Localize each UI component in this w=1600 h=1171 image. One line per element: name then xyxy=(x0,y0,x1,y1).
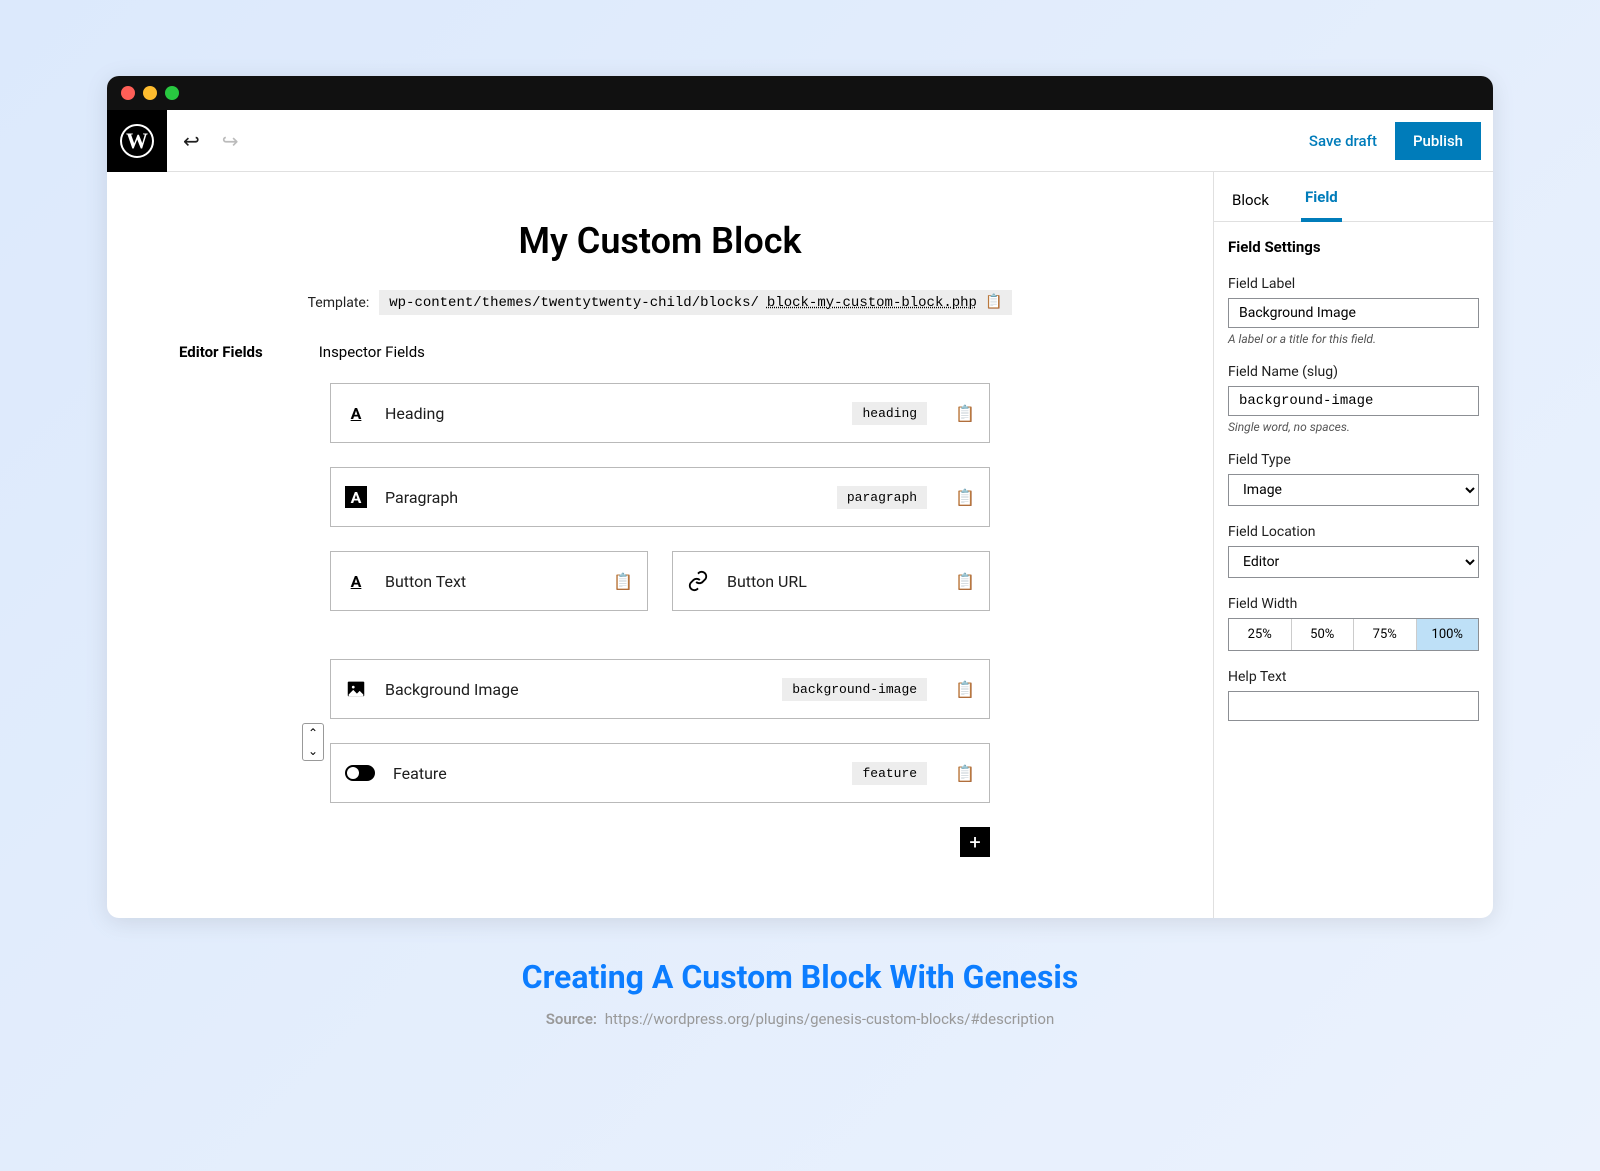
template-path-file: block-my-custom-block.php xyxy=(767,295,977,311)
field-name-input[interactable] xyxy=(1228,386,1479,416)
tab-block[interactable]: Block xyxy=(1228,191,1273,221)
field-label: Heading xyxy=(385,404,834,423)
content-area: My Custom Block Template: wp-content/the… xyxy=(107,172,1493,918)
field-width-label: Field Width xyxy=(1228,596,1479,612)
minimize-window-dot[interactable] xyxy=(143,86,157,100)
settings-sidebar: Block Field Field Settings Field Label A… xyxy=(1213,172,1493,918)
width-50[interactable]: 50% xyxy=(1291,619,1354,650)
field-label: Paragraph xyxy=(385,488,819,507)
caption-source: Source: https://wordpress.org/plugins/ge… xyxy=(546,1010,1055,1028)
field-label-group: Field Label A label or a title for this … xyxy=(1228,276,1479,346)
field-type-label: Field Type xyxy=(1228,452,1479,468)
toggle-icon xyxy=(345,765,375,781)
publish-button[interactable]: Publish xyxy=(1395,122,1481,160)
help-text-label: Help Text xyxy=(1228,669,1479,685)
window-titlebar xyxy=(107,76,1493,110)
image-icon xyxy=(345,678,367,700)
close-window-dot[interactable] xyxy=(121,86,135,100)
field-label-help: A label or a title for this field. xyxy=(1228,332,1479,346)
sidebar-tabs: Block Field xyxy=(1214,172,1493,222)
redo-button[interactable]: ↪ xyxy=(222,129,239,153)
tab-field[interactable]: Field xyxy=(1301,188,1342,222)
field-row-paragraph[interactable]: A Paragraph paragraph 📋 xyxy=(330,467,990,527)
paragraph-icon: A xyxy=(345,486,367,508)
copy-icon[interactable]: 📋 xyxy=(955,680,975,699)
copy-icon[interactable]: 📋 xyxy=(955,764,975,783)
undo-button[interactable]: ↩ xyxy=(183,129,200,153)
inspector-fields-tab[interactable]: Inspector Fields xyxy=(319,343,425,361)
field-location-tabs: Editor Fields Inspector Fields xyxy=(179,343,1183,361)
wordpress-logo[interactable]: W xyxy=(107,110,167,172)
field-label-input[interactable] xyxy=(1228,298,1479,328)
copy-icon[interactable]: 📋 xyxy=(613,572,633,591)
copy-icon[interactable]: 📋 xyxy=(955,572,975,591)
reorder-controls: ⌃ ⌄ xyxy=(302,723,324,761)
template-row: Template: wp-content/themes/twentytwenty… xyxy=(137,290,1183,315)
move-up-button[interactable]: ⌃ xyxy=(303,724,323,742)
field-location-group: Field Location Editor xyxy=(1228,524,1479,578)
editor-toolbar: W ↩ ↪ Save draft Publish xyxy=(107,110,1493,172)
text-icon: A xyxy=(345,570,367,592)
field-slug-badge: heading xyxy=(852,402,927,425)
width-25[interactable]: 25% xyxy=(1229,619,1291,650)
copy-icon[interactable]: 📋 xyxy=(955,404,975,423)
editor-fields-tab[interactable]: Editor Fields xyxy=(179,343,263,361)
source-url: https://wordpress.org/plugins/genesis-cu… xyxy=(605,1010,1055,1028)
caption-title: Creating A Custom Block With Genesis xyxy=(522,958,1079,996)
field-type-select[interactable]: Image xyxy=(1228,474,1479,506)
main-editor-pane: My Custom Block Template: wp-content/the… xyxy=(107,172,1213,918)
field-label-label: Field Label xyxy=(1228,276,1479,292)
help-text-input[interactable] xyxy=(1228,691,1479,721)
text-icon: A xyxy=(345,402,367,424)
save-draft-button[interactable]: Save draft xyxy=(1309,132,1395,150)
maximize-window-dot[interactable] xyxy=(165,86,179,100)
field-label: Button URL xyxy=(727,572,927,591)
field-name-label: Field Name (slug) xyxy=(1228,364,1479,380)
source-label: Source: xyxy=(546,1010,597,1028)
field-location-label: Field Location xyxy=(1228,524,1479,540)
field-type-group: Field Type Image xyxy=(1228,452,1479,506)
settings-heading: Field Settings xyxy=(1228,238,1479,256)
field-name-group: Field Name (slug) Single word, no spaces… xyxy=(1228,364,1479,434)
browser-window: W ↩ ↪ Save draft Publish My Custom Block… xyxy=(107,76,1493,918)
template-path-dir: wp-content/themes/twentytwenty-child/blo… xyxy=(389,295,759,311)
help-text-group: Help Text xyxy=(1228,669,1479,721)
width-choices: 25% 50% 75% 100% xyxy=(1228,618,1479,651)
link-icon xyxy=(687,570,709,592)
block-title[interactable]: My Custom Block xyxy=(137,220,1183,262)
field-row-button-url[interactable]: Button URL 📋 xyxy=(672,551,990,611)
add-field-button[interactable]: + xyxy=(960,827,990,857)
copy-icon[interactable]: 📋 xyxy=(955,488,975,507)
field-row-feature[interactable]: Feature feature 📋 xyxy=(330,743,990,803)
field-row-button-text[interactable]: A Button Text 📋 xyxy=(330,551,648,611)
fields-list: ⌃ ⌄ A Heading heading 📋 A Paragraph para… xyxy=(330,383,990,857)
move-down-button[interactable]: ⌄ xyxy=(303,742,323,760)
width-100[interactable]: 100% xyxy=(1416,619,1479,650)
width-75[interactable]: 75% xyxy=(1353,619,1416,650)
field-slug-badge: background-image xyxy=(782,678,927,701)
field-label: Feature xyxy=(393,764,834,783)
template-label: Template: xyxy=(308,295,370,311)
field-label: Background Image xyxy=(385,680,764,699)
history-controls: ↩ ↪ xyxy=(167,129,239,153)
field-slug-badge: paragraph xyxy=(837,486,927,509)
field-row-heading[interactable]: A Heading heading 📋 xyxy=(330,383,990,443)
field-name-help: Single word, no spaces. xyxy=(1228,420,1479,434)
field-location-select[interactable]: Editor xyxy=(1228,546,1479,578)
template-path: wp-content/themes/twentytwenty-child/blo… xyxy=(379,290,1012,315)
copy-template-icon[interactable]: 📋 xyxy=(985,294,1002,311)
wordpress-icon: W xyxy=(120,124,154,158)
sidebar-body: Field Settings Field Label A label or a … xyxy=(1214,222,1493,755)
field-width-group: Field Width 25% 50% 75% 100% xyxy=(1228,596,1479,651)
field-row-background-image[interactable]: Background Image background-image 📋 xyxy=(330,659,990,719)
field-slug-badge: feature xyxy=(852,762,927,785)
field-label: Button Text xyxy=(385,572,585,591)
